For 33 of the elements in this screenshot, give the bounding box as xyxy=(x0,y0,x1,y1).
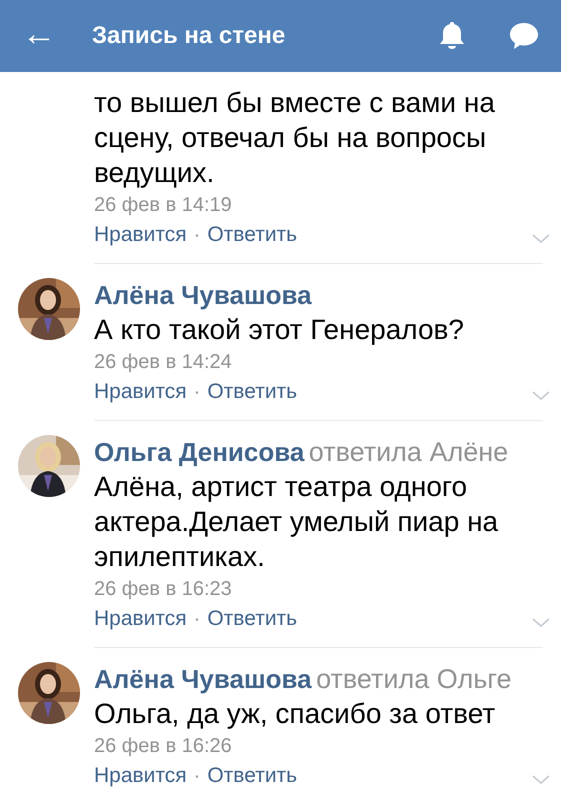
chevron-down-icon[interactable] xyxy=(532,391,550,401)
chevron-down-icon[interactable] xyxy=(532,234,550,244)
comment-text: то вышел бы вместе с вами на сцену, отвечал бы на вопросы ведущих. xyxy=(94,86,496,190)
author-name[interactable]: Алёна Чувашова xyxy=(94,280,312,310)
back-button[interactable]: ← xyxy=(0,17,72,55)
comment-text: Ольга, да уж, спасибо за ответ xyxy=(94,697,496,731)
comment-time: 26 фев в 14:24 xyxy=(94,350,233,375)
author-name[interactable]: Ольга Денисова xyxy=(94,437,304,467)
chevron-down-icon[interactable] xyxy=(532,618,550,628)
like-link[interactable]: Нравится xyxy=(94,761,187,791)
reply-link[interactable]: Ответить xyxy=(207,220,298,250)
reply-note: ответила Алёне xyxy=(308,437,508,467)
reply-link[interactable]: Ответить xyxy=(207,761,298,791)
separator-dot: · xyxy=(194,764,200,789)
author-name[interactable]: Алёна Чувашова xyxy=(94,664,312,694)
like-link[interactable]: Нравится xyxy=(94,377,187,407)
separator-dot: · xyxy=(194,223,200,248)
comment-time: 26 фев в 16:26 xyxy=(94,734,233,759)
comment-time: 26 фев в 14:19 xyxy=(94,193,233,218)
separator-dot: · xyxy=(194,380,200,405)
reply-note: ответила Ольге xyxy=(316,664,512,694)
chat-bubble-icon[interactable] xyxy=(509,21,539,51)
like-link[interactable]: Нравится xyxy=(94,604,187,634)
chevron-down-icon[interactable] xyxy=(532,775,550,785)
like-link[interactable]: Нравится xyxy=(94,220,187,250)
comment-time: 26 фев в 16:23 xyxy=(94,577,233,602)
bell-icon[interactable] xyxy=(437,20,467,52)
reply-link[interactable]: Ответить xyxy=(207,604,298,634)
page-title: Запись на стене xyxy=(92,21,286,51)
reply-link[interactable]: Ответить xyxy=(207,377,298,407)
separator-dot: · xyxy=(194,607,200,632)
comment-text: Алёна, артист театра одного актера.Делает умелый пиар на эпилептиках. xyxy=(94,470,500,574)
comment-text: А кто такой этот Генералов? xyxy=(94,313,465,347)
